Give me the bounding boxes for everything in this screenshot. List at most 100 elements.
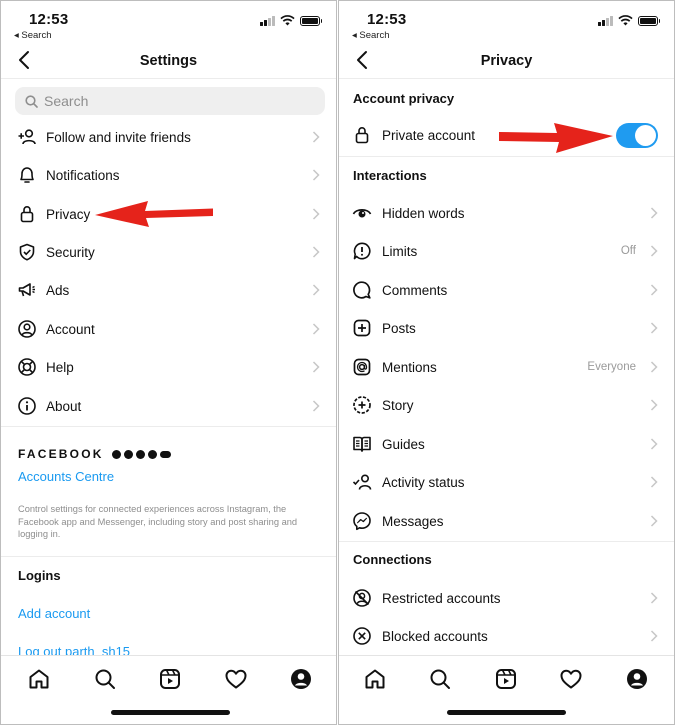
settings-item-ads[interactable]: Ads bbox=[1, 271, 336, 309]
page-title: Settings bbox=[139, 53, 198, 69]
privacy-item-label: Restricted accounts bbox=[382, 590, 501, 606]
heart-icon[interactable] bbox=[559, 667, 583, 691]
privacy-item-restricted-accounts[interactable]: Restricted accounts bbox=[339, 579, 674, 617]
chevron-right-icon bbox=[650, 438, 658, 450]
cellular-signal-icon bbox=[598, 15, 613, 26]
chevron-right-icon bbox=[312, 361, 320, 373]
settings-item-security[interactable]: Security bbox=[1, 233, 336, 271]
restricted-icon bbox=[353, 589, 371, 607]
heart-icon[interactable] bbox=[224, 667, 248, 691]
blocked-icon bbox=[353, 627, 371, 645]
plus-square-icon bbox=[353, 319, 371, 337]
shield-icon bbox=[19, 243, 35, 261]
privacy-item-label: Comments bbox=[382, 282, 448, 298]
privacy-item-mentions[interactable]: Mentions Everyone bbox=[339, 348, 674, 386]
chevron-right-icon bbox=[312, 323, 320, 335]
comment-icon bbox=[353, 281, 371, 299]
settings-item-account[interactable]: Account bbox=[1, 310, 336, 348]
privacy-item-messages[interactable]: Messages bbox=[339, 502, 674, 540]
messenger-icon bbox=[123, 449, 133, 459]
wifi-icon bbox=[280, 15, 295, 26]
battery-icon bbox=[638, 15, 660, 26]
home-icon[interactable] bbox=[363, 667, 387, 691]
whatsapp-icon bbox=[147, 449, 157, 459]
privacy-item-label: Limits bbox=[382, 243, 418, 259]
status-time: 12:53 bbox=[367, 11, 407, 28]
chevron-right-icon bbox=[650, 322, 658, 334]
divider bbox=[1, 426, 336, 427]
privacy-item-limits[interactable]: Limits Off bbox=[339, 232, 674, 270]
privacy-item-blocked-accounts[interactable]: Blocked accounts bbox=[339, 617, 674, 655]
activity-status-icon bbox=[352, 474, 372, 490]
limits-icon bbox=[353, 242, 371, 260]
search-tab-icon[interactable] bbox=[428, 667, 452, 691]
privacy-item-guides[interactable]: Guides bbox=[339, 425, 674, 463]
meta-apps-icons bbox=[111, 449, 171, 459]
search-bar[interactable] bbox=[15, 87, 325, 115]
messenger-icon bbox=[353, 512, 371, 531]
logins-header: Logins bbox=[18, 568, 61, 583]
chevron-right-icon bbox=[312, 284, 320, 296]
chevron-right-icon bbox=[312, 400, 320, 412]
settings-item-label: Privacy bbox=[46, 206, 91, 222]
privacy-item-posts[interactable]: Posts bbox=[339, 309, 674, 347]
settings-item-help[interactable]: Help bbox=[1, 348, 336, 386]
profile-icon[interactable] bbox=[289, 667, 313, 691]
privacy-item-label: Messages bbox=[382, 513, 444, 529]
private-account-toggle[interactable] bbox=[616, 123, 658, 148]
chevron-right-icon bbox=[650, 476, 658, 488]
page-title: Privacy bbox=[480, 53, 533, 69]
add-account-link[interactable]: Add account bbox=[18, 606, 90, 621]
divider bbox=[339, 541, 674, 542]
back-to-search-link[interactable]: ◂ Search bbox=[352, 30, 390, 41]
chevron-right-icon bbox=[650, 515, 658, 527]
back-to-search-link[interactable]: ◂ Search bbox=[14, 30, 52, 41]
guides-icon bbox=[353, 436, 371, 452]
accounts-centre-link[interactable]: Accounts Centre bbox=[18, 469, 114, 484]
hidden-eye-icon bbox=[352, 209, 372, 218]
lock-icon bbox=[20, 205, 34, 223]
search-tab-icon[interactable] bbox=[93, 667, 117, 691]
reels-icon[interactable] bbox=[158, 667, 182, 691]
story-icon bbox=[353, 396, 371, 414]
facebook-description: Control settings for connected experienc… bbox=[18, 504, 298, 539]
privacy-item-comments[interactable]: Comments bbox=[339, 271, 674, 309]
settings-item-label: Account bbox=[46, 321, 95, 337]
search-icon bbox=[25, 94, 38, 108]
reels-icon[interactable] bbox=[494, 667, 518, 691]
privacy-item-hidden-words[interactable]: Hidden words bbox=[339, 194, 674, 232]
settings-item-label: Follow and invite friends bbox=[46, 129, 191, 145]
settings-item-about[interactable]: About bbox=[1, 387, 336, 425]
chevron-right-icon bbox=[650, 630, 658, 642]
toggle-knob bbox=[635, 125, 656, 146]
chevron-right-icon bbox=[312, 169, 320, 181]
home-icon[interactable] bbox=[27, 667, 51, 691]
facebook-icon bbox=[111, 449, 121, 459]
account-circle-icon bbox=[18, 320, 36, 338]
privacy-item-story[interactable]: Story bbox=[339, 386, 674, 424]
megaphone-icon bbox=[18, 283, 35, 297]
home-indicator bbox=[111, 710, 230, 715]
privacy-item-activity-status[interactable]: Activity status bbox=[339, 463, 674, 501]
privacy-item-label: Activity status bbox=[382, 474, 465, 490]
chevron-right-icon bbox=[312, 131, 320, 143]
search-input[interactable] bbox=[44, 93, 294, 109]
chevron-right-icon bbox=[650, 284, 658, 296]
add-person-icon bbox=[18, 129, 36, 145]
bell-icon bbox=[20, 167, 34, 183]
chevron-right-icon bbox=[312, 208, 320, 220]
chevron-right-icon bbox=[650, 361, 658, 373]
red-arrow-annotation bbox=[95, 201, 213, 227]
settings-item-notifications[interactable]: Notifications bbox=[1, 156, 336, 194]
instagram-icon bbox=[135, 449, 145, 459]
divider bbox=[339, 156, 674, 157]
private-account-label: Private account bbox=[382, 127, 476, 143]
settings-item-label: Help bbox=[46, 359, 74, 375]
settings-item-label: Ads bbox=[46, 282, 70, 298]
profile-icon[interactable] bbox=[625, 667, 649, 691]
status-icons bbox=[260, 15, 322, 26]
privacy-header: Privacy bbox=[339, 43, 674, 79]
chevron-right-icon bbox=[650, 207, 658, 219]
settings-item-follow-invite[interactable]: Follow and invite friends bbox=[1, 118, 336, 156]
at-icon bbox=[353, 358, 371, 376]
